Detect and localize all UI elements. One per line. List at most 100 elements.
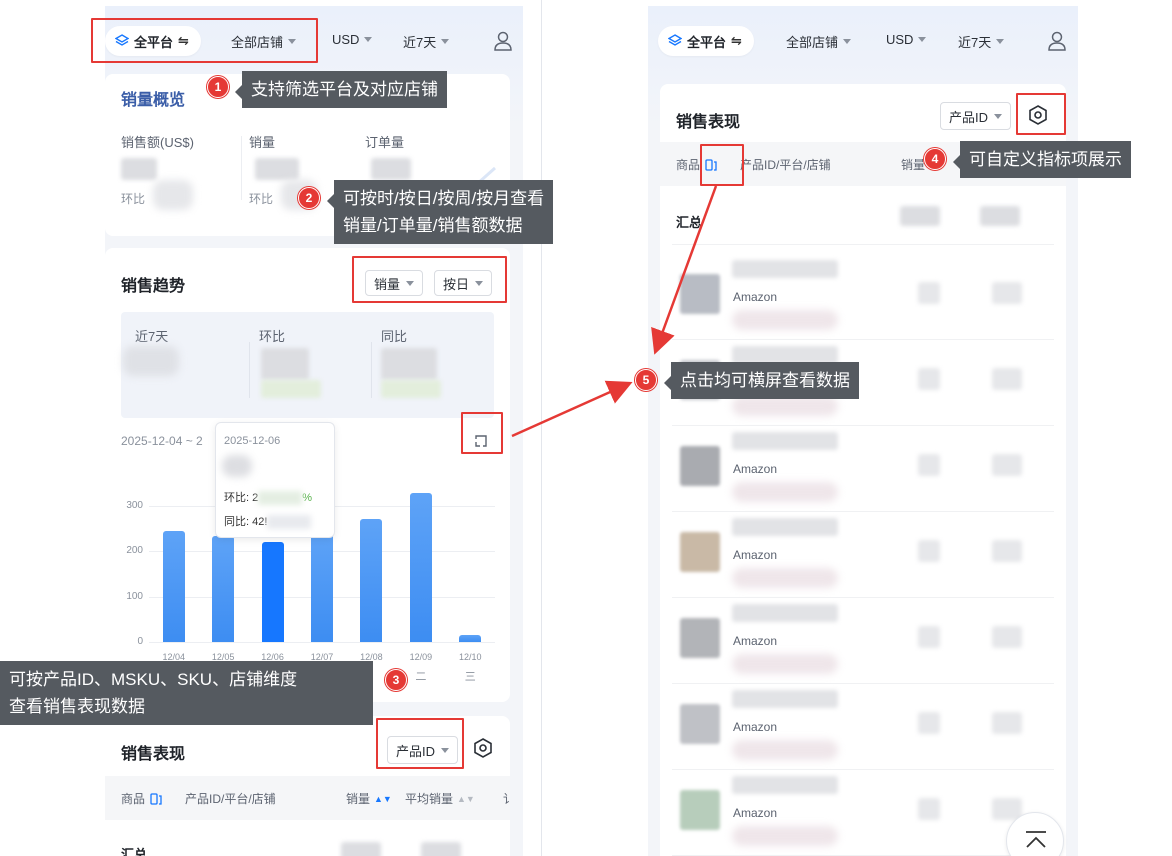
blurred-value [992,454,1022,476]
period-dropdown[interactable]: 近7天 [958,32,1005,51]
annotation-badge-3: 3 [385,669,407,691]
summary-label-tongbi: 同比 [381,329,408,344]
y-tick-label: 100 [126,590,143,602]
col-header-sales[interactable]: 销量 ▲▼ [346,790,392,807]
summary-row-label: 汇总 [121,847,148,856]
table-row[interactable]: Amazon [660,598,1066,684]
rotate-screen-icon[interactable] [149,792,163,806]
table-row[interactable]: Amazon [660,254,1066,340]
user-icon[interactable] [492,30,514,52]
filter-bar: 全平台 ⇋ 全部店铺 USD 近7天 [648,22,1078,62]
chevron-down-icon [994,113,1003,119]
product-thumbnail [680,446,720,486]
col-header-sales[interactable]: 销量 [901,156,925,173]
col-header-product-label: 商品 [121,792,146,806]
store-filter-dropdown[interactable]: 全部店铺 [786,32,852,51]
platform-name: Amazon [733,806,778,820]
blurred-value [732,396,838,416]
dimension-select[interactable]: 产品ID [940,102,1012,130]
summary-row-label: 汇总 [676,215,703,230]
blurred-value [381,380,441,398]
product-thumbnail [680,790,720,830]
blurred-value [732,310,838,330]
summary-separator [371,342,372,398]
blurred-value [992,712,1022,734]
y-tick-label: 200 [126,545,143,557]
blurred-value [255,158,299,180]
blurred-value [261,380,321,398]
bar-12-05[interactable] [212,535,235,642]
highlight-box-settings [1016,93,1066,135]
blurred-value [918,798,940,820]
x-tick-label: 12/10 [459,652,482,662]
table-row[interactable]: Amazon [660,426,1066,512]
arrow-up-icon [1026,831,1046,848]
platform-filter-button[interactable]: 全平台 ⇋ [658,26,754,56]
bar-12-10[interactable] [459,635,482,642]
col-header-product-id: 产品ID/平台/店铺 [740,158,831,172]
bar-12-09[interactable] [409,492,432,642]
tooltip-huanbi: 环比: 2% [224,489,312,506]
sort-icon: ▲▼ [457,793,475,804]
sort-icon: ▲▼ [374,793,392,804]
swap-icon: ⇋ [731,33,742,48]
col-header-product-label: 商品 [676,158,701,172]
annotation-note-4: 可自定义指标项展示 [953,141,1131,178]
summary-label-huanbi: 环比 [259,329,286,344]
table-header: 商品 产品ID/平台/店铺 销量 ▲▼ 平均销量 ▲▼ 讠 [105,776,515,820]
blurred-value [918,454,940,476]
blurred-value [918,626,940,648]
blurred-value [732,568,838,588]
summary-label-last7: 近7天 [135,329,169,344]
platform-name: Amazon [733,720,778,734]
blurred-value [732,482,838,502]
currency-dropdown[interactable]: USD [886,32,927,47]
blurred-value [371,158,411,180]
chevron-down-icon [843,39,852,44]
currency-label: USD [886,32,914,47]
table-row[interactable]: Amazon [660,512,1066,598]
blurred-value [121,158,157,180]
product-thumbnail [680,532,720,572]
compare-label: 环比 [249,192,274,206]
blurred-value [992,368,1022,390]
bar-12-04[interactable] [162,531,185,642]
highlight-box-trend-selects [352,256,507,303]
platform-name: Amazon [733,634,778,648]
blurred-value [732,826,838,846]
blurred-value [900,206,940,226]
currency-dropdown[interactable]: USD [332,32,373,47]
blurred-value [992,540,1022,562]
store-filter-label: 全部店铺 [786,35,839,50]
blurred-value [123,346,179,376]
metric-label-sales: 销量 [249,135,276,150]
bar-12-06[interactable] [261,542,284,642]
chevron-down-icon [364,37,373,42]
screen-divider [541,0,542,856]
annotation-badge-4: 4 [924,148,946,170]
tooltip-huanbi-prefix: 环比: 2 [224,492,259,504]
date-range-label: 2025-12-04 ~ 2 [121,434,203,448]
blurred-value [918,540,940,562]
col-header-product: 商品 [121,790,163,807]
sales-performance-title: 销售表现 [121,746,186,763]
compare-label: 环比 [121,192,146,206]
table-row[interactable]: Amazon [660,684,1066,770]
arrow-expand-to-note [511,380,633,438]
bar-12-08[interactable] [360,518,383,642]
blurred-value [421,842,461,856]
sales-performance-title: 销售表现 [676,114,741,131]
blurred-value [918,282,940,304]
col-header-avg-sales[interactable]: 平均销量 ▲▼ [405,790,475,807]
highlight-box-rotate [700,144,744,186]
bar-12-07[interactable] [311,533,333,642]
chart-tooltip: 2025-12-06 环比: 2% 同比: 42! [215,422,335,538]
annotation-note-2: 可按时/按日/按周/按月查看 销量/订单量/销售额数据 [326,180,554,244]
y-tick-label: 0 [137,636,143,647]
col-header-sales-label: 销量 [346,792,371,806]
col-header-product-id: 产品ID/平台/店铺 [185,792,276,806]
blurred-value [992,282,1022,304]
period-dropdown[interactable]: 近7天 [403,32,450,51]
settings-hex-icon[interactable] [472,737,494,759]
user-icon[interactable] [1046,30,1068,52]
